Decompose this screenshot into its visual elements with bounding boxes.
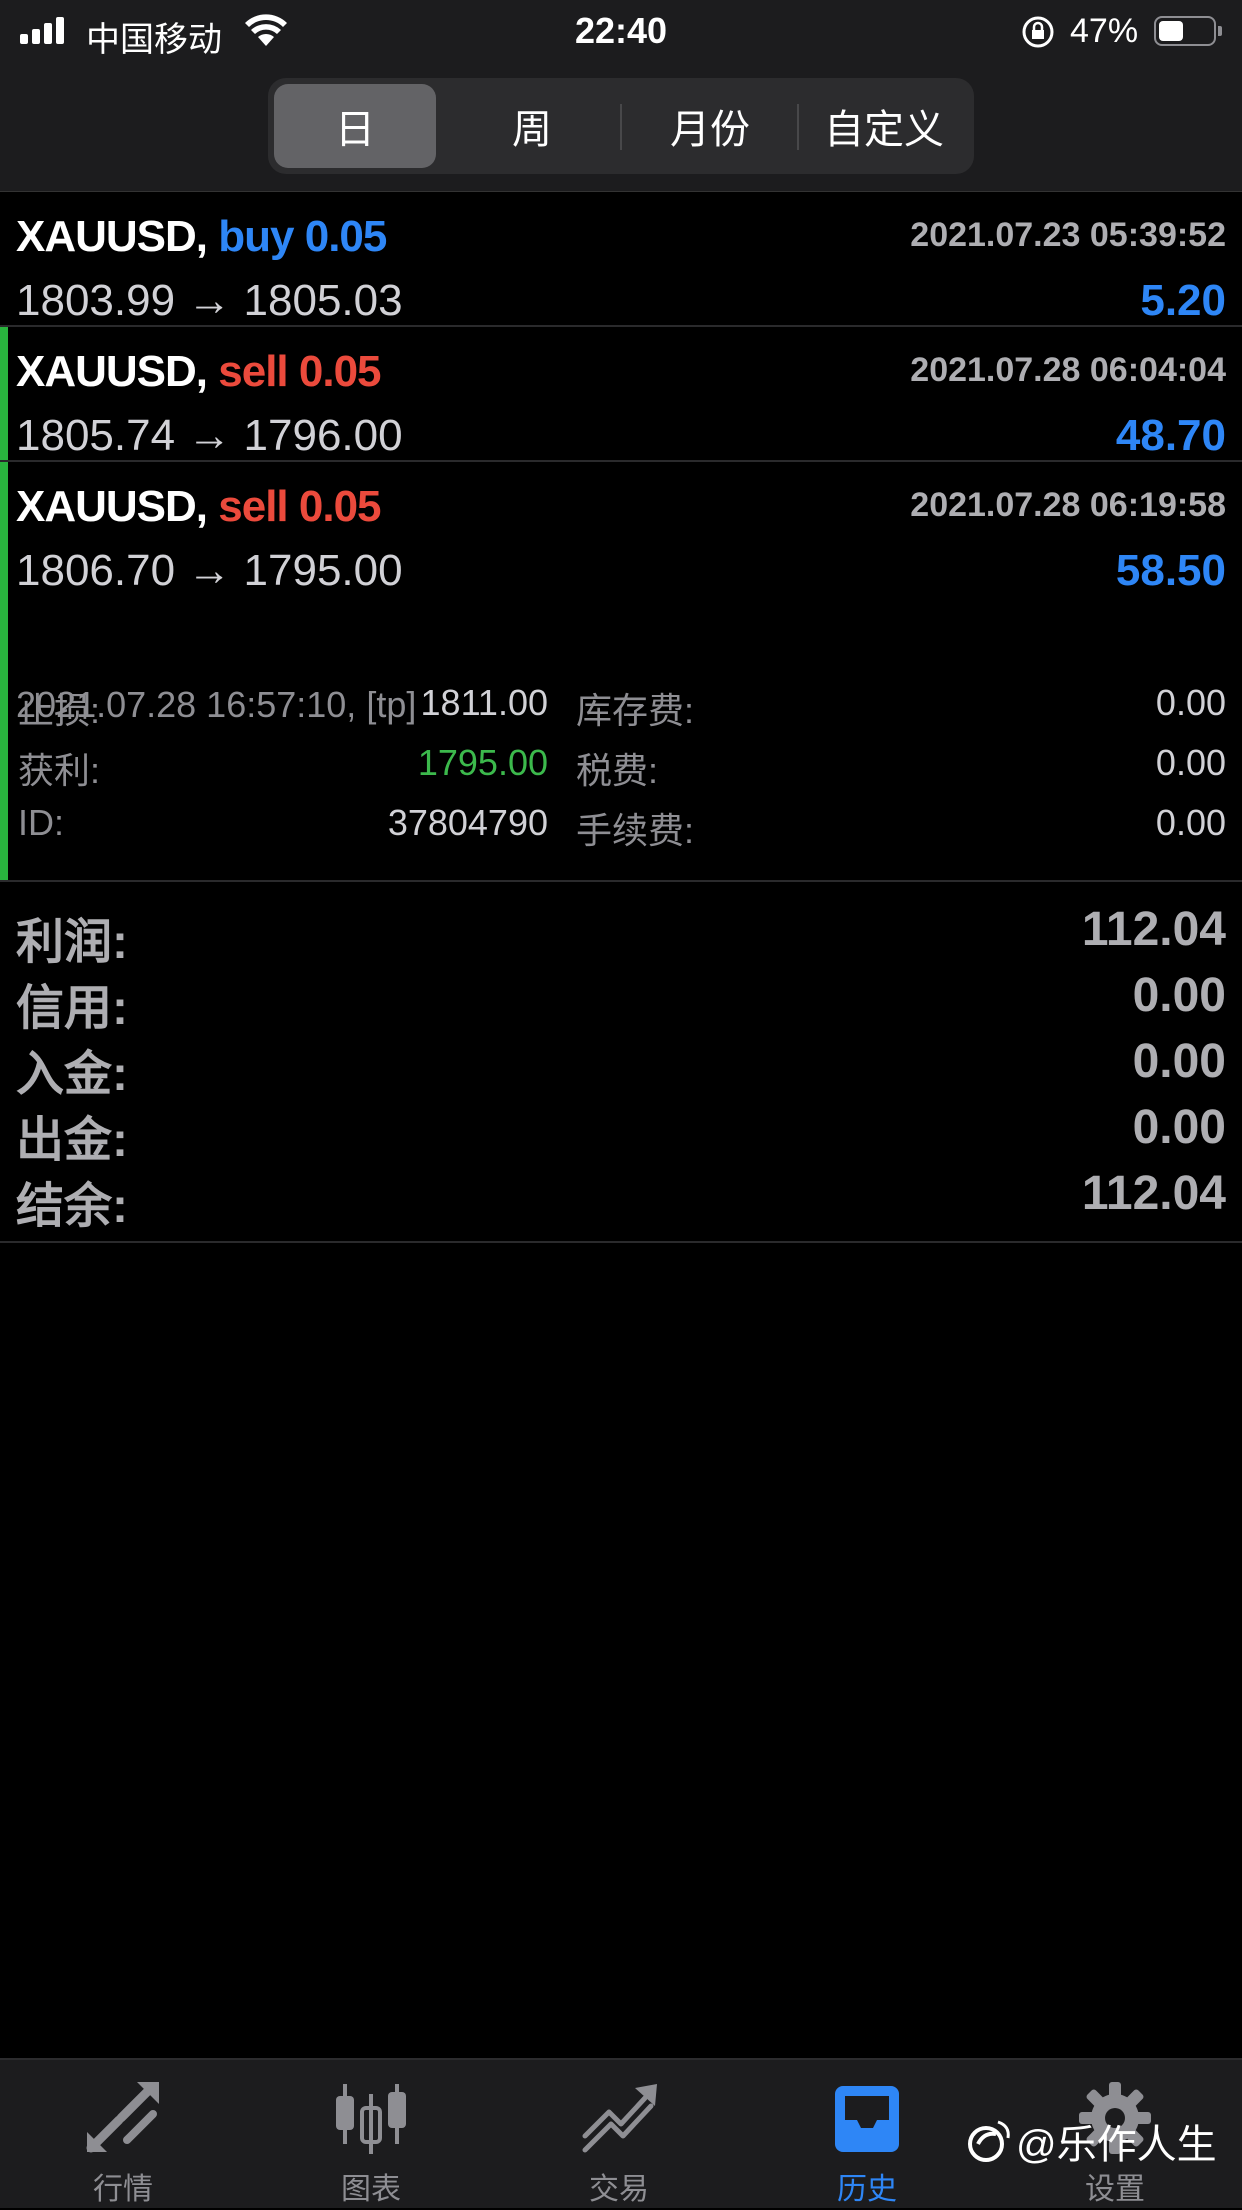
trade-title: XAUUSD, sell 0.05	[16, 482, 382, 532]
trade-symbol: XAUUSD,	[16, 482, 208, 531]
trade-open-time: 2021.07.23 05:39:52	[910, 216, 1226, 254]
summary-label: 出金:	[16, 1114, 128, 1167]
trade-prices: 1805.74 → 1796.00	[16, 411, 403, 461]
trade-open-price: 1803.99	[16, 276, 176, 325]
trade-close-price: 1796.00	[243, 411, 403, 460]
trade-accent-bar	[0, 462, 8, 882]
trade-title: XAUUSD, buy 0.05	[16, 212, 388, 262]
tab-label: 历史	[837, 2173, 897, 2206]
summary-divider	[0, 1241, 1242, 1243]
trade-symbol: XAUUSD,	[16, 347, 208, 396]
take-profit-value: 1795.00	[417, 742, 548, 783]
summary-label: 利润:	[16, 916, 128, 969]
trade-volume: 0.05	[298, 347, 382, 396]
summary-row-balance: 结余: 112.04	[0, 1166, 1242, 1233]
trade-open-price: 1805.74	[16, 411, 176, 460]
segment-month[interactable]: 月份	[622, 84, 798, 168]
order-id-value: 37804790	[387, 802, 548, 843]
summary-row-deposit: 入金: 0.00	[0, 1034, 1242, 1101]
take-profit-label: 获利:	[18, 750, 101, 791]
trade-close-price: 1795.00	[243, 546, 403, 595]
tab-label: 行情	[93, 2173, 153, 2206]
trade-accent-bar	[0, 327, 8, 462]
tab-label: 图表	[341, 2173, 401, 2206]
trade-symbol: XAUUSD,	[16, 212, 208, 261]
trade-volume: 0.05	[298, 482, 382, 531]
commission-label: 手续费:	[576, 810, 695, 851]
order-id-label: ID:	[18, 802, 65, 843]
weibo-logo-icon	[968, 2120, 1010, 2162]
trade-row[interactable]: XAUUSD, sell 0.05 2021.07.28 06:04:04 18…	[0, 327, 1242, 462]
summary-value: 112.04	[1081, 903, 1226, 956]
price-arrow: →	[187, 546, 232, 595]
history-inbox-icon	[835, 2086, 899, 2152]
swap-label: 库存费:	[576, 690, 695, 731]
tab-label: 交易	[589, 2173, 649, 2206]
summary-panel: 利润: 112.04 信用: 0.00 入金: 0.00 出金: 0.00 结余…	[0, 882, 1242, 1242]
commission-value: 0.00	[1155, 802, 1226, 843]
summary-label: 入金:	[16, 1048, 128, 1101]
summary-value: 0.00	[1132, 969, 1226, 1022]
summary-row-withdrawal: 出金: 0.00	[0, 1100, 1242, 1167]
trade-type: sell	[218, 482, 288, 531]
watermark: @乐作人生	[964, 2112, 1217, 2170]
segment-day[interactable]: 日	[274, 84, 436, 168]
summary-value: 112.04	[1081, 1167, 1226, 1220]
taxes-value: 0.00	[1155, 742, 1226, 783]
trade-row-expanded[interactable]: XAUUSD, sell 0.05 2021.07.28 06:19:58 18…	[0, 462, 1242, 882]
battery-icon	[1154, 16, 1216, 46]
segment-week[interactable]: 周	[444, 84, 620, 168]
tab-history[interactable]: 历史	[767, 2060, 967, 2210]
trade-type: sell	[218, 347, 288, 396]
trade-trend-icon	[582, 2084, 657, 2153]
summary-row-credit: 信用: 0.00	[0, 968, 1242, 1035]
period-segmented-control: 日 周 月份 自定义	[268, 78, 974, 174]
rotation-lock-icon	[1022, 16, 1054, 48]
trade-type: buy	[218, 212, 294, 261]
trade-profit: 58.50	[1115, 546, 1226, 595]
trade-title: XAUUSD, sell 0.05	[16, 347, 382, 397]
swap-value: 0.00	[1155, 682, 1226, 723]
status-bar: 中国移动 22:40 47%	[0, 0, 1242, 62]
price-arrow: →	[187, 276, 232, 325]
summary-value: 0.00	[1132, 1035, 1226, 1088]
summary-label: 结余:	[16, 1180, 128, 1233]
price-arrow: →	[187, 411, 232, 460]
tab-trade[interactable]: 交易	[519, 2060, 719, 2210]
stop-loss-label: 止损:	[18, 690, 101, 731]
trade-profit: 5.20	[1140, 276, 1226, 325]
summary-label: 信用:	[16, 982, 128, 1035]
stop-loss-value: 1811.00	[420, 682, 548, 723]
trade-row[interactable]: XAUUSD, buy 0.05 2021.07.23 05:39:52 180…	[0, 192, 1242, 327]
candlestick-chart-icon	[336, 2084, 406, 2154]
tab-quotes[interactable]: 行情	[23, 2060, 223, 2210]
segment-custom[interactable]: 自定义	[799, 84, 969, 168]
trade-volume: 0.05	[304, 212, 388, 261]
period-header: 日 周 月份 自定义	[0, 62, 1242, 192]
battery-tip	[1218, 26, 1222, 36]
watermark-text: @乐作人生	[1016, 2123, 1217, 2167]
quotes-arrows-icon	[86, 2082, 159, 2153]
tab-charts[interactable]: 图表	[271, 2060, 471, 2210]
trade-close-price: 1805.03	[243, 276, 403, 325]
trade-prices: 1803.99 → 1805.03	[16, 276, 403, 326]
taxes-label: 税费:	[576, 750, 659, 791]
tab-label: 设置	[1085, 2173, 1145, 2206]
summary-row-profit: 利润: 112.04	[0, 902, 1242, 969]
battery-percent: 47%	[1070, 12, 1139, 50]
trade-prices: 1806.70 → 1795.00	[16, 546, 403, 596]
battery-level	[1159, 21, 1183, 41]
trade-profit: 48.70	[1115, 411, 1226, 460]
trade-open-price: 1806.70	[16, 546, 176, 595]
summary-value: 0.00	[1132, 1101, 1226, 1154]
trade-open-time: 2021.07.28 06:04:04	[910, 351, 1226, 389]
trade-open-time: 2021.07.28 06:19:58	[910, 486, 1226, 524]
